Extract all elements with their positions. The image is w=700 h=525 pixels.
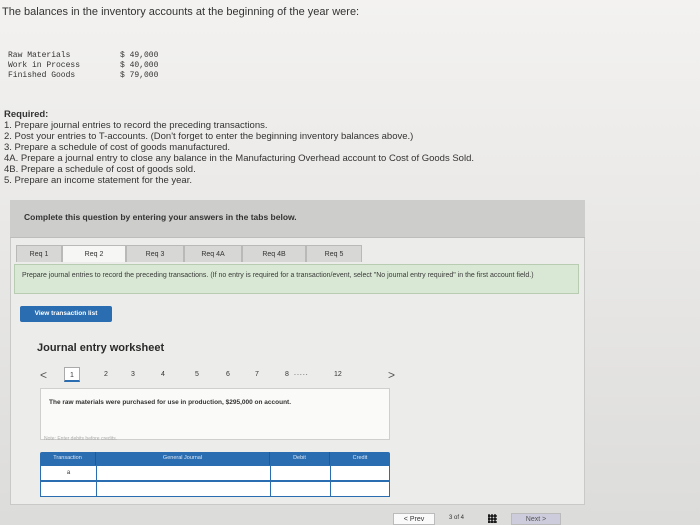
pager-prev-icon[interactable]: < xyxy=(40,368,47,382)
required-item: 4A. Prepare a journal entry to close any… xyxy=(4,153,474,164)
grid-icon[interactable] xyxy=(488,514,497,523)
next-button[interactable]: Next > xyxy=(511,513,561,525)
account-cell[interactable] xyxy=(97,466,271,480)
req-tabs: Req 1 Req 2 Req 3 Req 4A Req 4B Req 5 xyxy=(16,245,362,262)
tab-req-4a[interactable]: Req 4A xyxy=(184,245,242,262)
required-section: Required: 1. Prepare journal entries to … xyxy=(4,109,474,186)
required-heading: Required: xyxy=(4,109,49,120)
tab-req-5[interactable]: Req 5 xyxy=(306,245,362,262)
balance-row: Work in Process $ 40,000 xyxy=(8,61,158,71)
pager-page-3[interactable]: 3 xyxy=(131,371,135,378)
pager-page-4[interactable]: 4 xyxy=(161,371,165,378)
beginning-balances: Raw Materials $ 49,000 Work in Process $… xyxy=(8,51,158,81)
pager-page-2[interactable]: 2 xyxy=(104,371,108,378)
col-general-journal: General Journal xyxy=(96,452,270,465)
pager-page-8[interactable]: 8 xyxy=(285,371,289,378)
balance-row: Raw Materials $ 49,000 xyxy=(8,51,158,61)
balance-value: $ 49,000 xyxy=(120,51,159,60)
pager-page-5[interactable]: 5 xyxy=(195,371,199,378)
view-transaction-list-button[interactable]: View transaction list xyxy=(20,306,112,322)
balance-label: Raw Materials xyxy=(8,51,71,60)
worksheet-pager: < 1 2 3 4 5 6 7 8 ..... 12 > xyxy=(40,367,395,384)
tab-req-4b[interactable]: Req 4B xyxy=(242,245,306,262)
bottom-navigation: < Prev 3 of 4 Next > xyxy=(393,513,683,525)
col-transaction: Transaction xyxy=(40,452,96,465)
table-row xyxy=(40,481,390,497)
required-item: 2. Post your entries to T-accounts. (Don… xyxy=(4,131,414,142)
transaction-description-box: The raw materials were purchased for use… xyxy=(40,388,390,440)
pager-page-7[interactable]: 7 xyxy=(255,371,259,378)
transaction-cell[interactable] xyxy=(41,482,97,496)
complete-text: Complete this question by entering your … xyxy=(24,212,297,222)
credit-cell[interactable] xyxy=(331,482,389,496)
journal-table-header: Transaction General Journal Debit Credit xyxy=(40,452,390,465)
required-item: 5. Prepare an income statement for the y… xyxy=(4,175,192,186)
pager-page-1[interactable]: 1 xyxy=(64,367,80,382)
pager-page-12[interactable]: 12 xyxy=(334,371,342,378)
balance-value: $ 40,000 xyxy=(120,61,159,70)
tab-req-1[interactable]: Req 1 xyxy=(16,245,62,262)
instruction-text: Prepare journal entries to record the pr… xyxy=(22,272,534,279)
tab-req-2[interactable]: Req 2 xyxy=(62,245,126,262)
debit-cell[interactable] xyxy=(271,482,331,496)
transaction-text: The raw materials were purchased for use… xyxy=(49,399,292,406)
page-count: 3 of 4 xyxy=(449,515,465,521)
required-item: 3. Prepare a schedule of cost of goods m… xyxy=(4,142,231,153)
intro-text: The balances in the inventory accounts a… xyxy=(2,6,360,18)
balance-label: Work in Process xyxy=(8,61,81,70)
transaction-cell[interactable]: a xyxy=(41,466,97,480)
required-item: 4B. Prepare a schedule of cost of goods … xyxy=(4,164,196,175)
account-cell[interactable] xyxy=(97,482,271,496)
debit-cell[interactable] xyxy=(271,466,331,480)
pager-ellipsis: ..... xyxy=(294,370,309,377)
col-credit: Credit xyxy=(352,455,368,461)
table-row: a xyxy=(40,465,390,481)
pager-next-icon[interactable]: > xyxy=(388,368,395,382)
required-item: 1. Prepare journal entries to record the… xyxy=(4,120,268,131)
balance-row: Finished Goods $ 79,000 xyxy=(8,71,158,81)
tab-req-3[interactable]: Req 3 xyxy=(126,245,184,262)
worksheet-title: Journal entry worksheet xyxy=(37,342,165,354)
instruction-box: Prepare journal entries to record the pr… xyxy=(14,264,579,294)
credit-cell[interactable] xyxy=(331,466,389,480)
col-debit: Debit xyxy=(270,452,330,465)
prev-button[interactable]: < Prev xyxy=(393,513,435,525)
journal-table: Transaction General Journal Debit Credit… xyxy=(40,452,390,497)
balance-value: $ 79,000 xyxy=(120,71,159,80)
complete-bar: Complete this question by entering your … xyxy=(10,200,585,238)
debits-note: Note: Enter debits before credits. xyxy=(44,436,118,442)
balance-label: Finished Goods xyxy=(8,71,76,80)
pager-page-6[interactable]: 6 xyxy=(226,371,230,378)
